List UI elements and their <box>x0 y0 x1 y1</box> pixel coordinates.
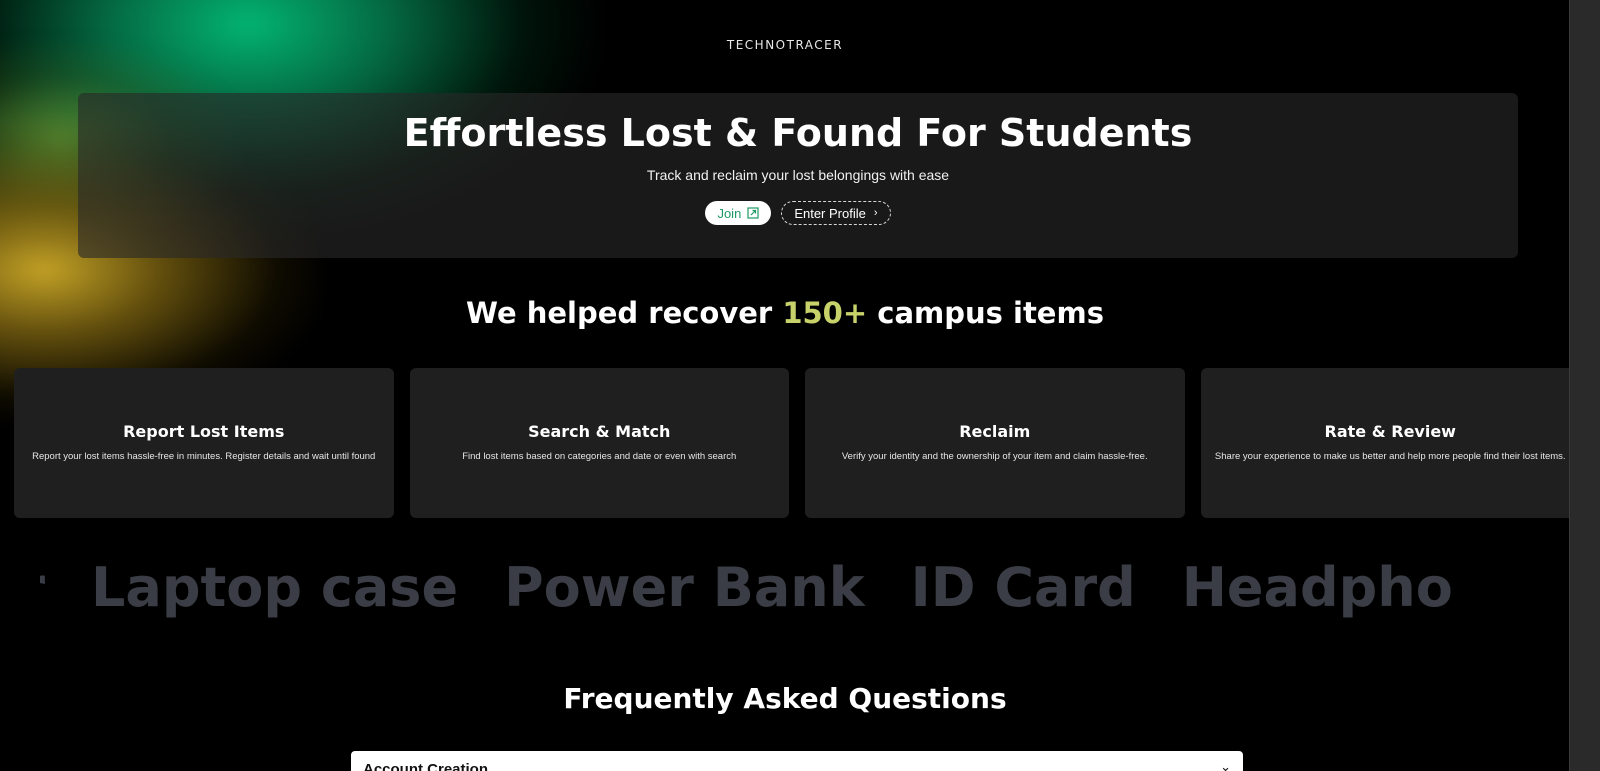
marquee-item: Power Bank <box>504 556 865 619</box>
marquee-item: Headpho <box>1181 556 1453 619</box>
marquee-item: arger <box>40 555 45 621</box>
feature-card-report: Report Lost Items Report your lost items… <box>14 368 394 518</box>
hero-subtitle: Track and reclaim your lost belongings w… <box>646 167 950 183</box>
faq-item[interactable]: Account Creation ⌄ <box>351 751 1243 771</box>
feature-title: Rate & Review <box>1324 422 1456 441</box>
feature-cards: Report Lost Items Report your lost items… <box>14 368 1570 518</box>
feature-title: Reclaim <box>959 422 1031 441</box>
feature-title: Report Lost Items <box>123 422 285 441</box>
feature-title: Search & Match <box>528 422 671 441</box>
feature-desc: Find lost items based on categories and … <box>462 451 737 462</box>
feature-desc: Share your experience to make us better … <box>1214 451 1566 462</box>
external-link-icon <box>747 207 759 219</box>
join-button[interactable]: Join <box>705 201 772 225</box>
feature-card-reclaim: Reclaim Verify your identity and the own… <box>805 368 1185 518</box>
hero-actions: Join Enter Profile › <box>78 201 1518 225</box>
join-label: Join <box>717 205 742 221</box>
chevron-right-icon: › <box>873 207 878 219</box>
enter-profile-label: Enter Profile <box>794 205 866 221</box>
hero-card: Effortless Lost & Found For Students Tra… <box>78 93 1518 258</box>
window-right-edge <box>1569 0 1600 771</box>
faq-question: Account Creation <box>363 761 489 771</box>
stat-prefix: We helped recover <box>466 296 783 330</box>
brand-logo[interactable]: TECHNOTRACER <box>0 38 1570 52</box>
enter-profile-button[interactable]: Enter Profile › <box>781 201 891 225</box>
stat-suffix: campus items <box>867 296 1104 330</box>
marquee-track: arger Laptop case Power Bank ID Card Hea… <box>40 555 1453 621</box>
stat-count: 150+ <box>782 296 868 330</box>
recovery-stat-headline: We helped recover 150+ campus items <box>0 296 1570 330</box>
faq-title: Frequently Asked Questions <box>563 682 1007 715</box>
feature-card-review: Rate & Review Share your experience to m… <box>1200 368 1570 518</box>
chevron-down-icon: ⌄ <box>1220 759 1231 771</box>
item-marquee: arger Laptop case Power Bank ID Card Hea… <box>40 555 1556 625</box>
feature-card-search: Search & Match Find lost items based on … <box>409 368 789 518</box>
feature-desc: Verify your identity and the ownership o… <box>841 451 1148 462</box>
marquee-item: Laptop case <box>90 556 459 619</box>
feature-desc: Report your lost items hassle-free in mi… <box>32 451 376 462</box>
hero-title: Effortless Lost & Found For Students <box>403 111 1193 155</box>
landing-page: TECHNOTRACER Effortless Lost & Found For… <box>0 0 1570 771</box>
marquee-item: ID Card <box>910 556 1136 619</box>
